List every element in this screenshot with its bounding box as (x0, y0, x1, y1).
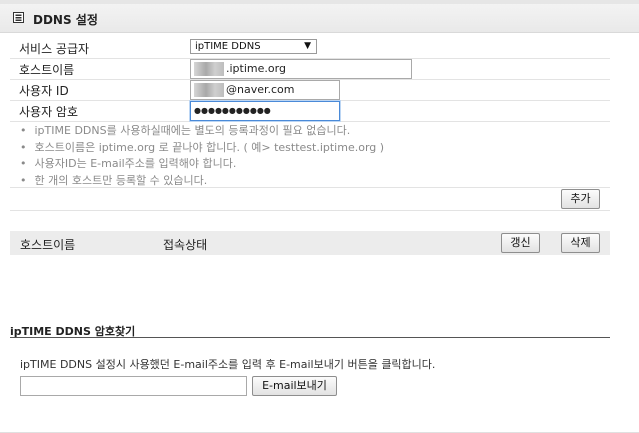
hostname-label: 호스트이름 (19, 63, 75, 77)
provider-row: 서비스 공급자 ipTIME DDNS ▼ (10, 38, 610, 59)
password-input[interactable]: ●●●●●●●●●●● (190, 101, 340, 121)
password-label: 사용자 암호 (19, 105, 79, 119)
redacted-hostname (194, 62, 224, 76)
delete-button[interactable]: 삭제 (561, 233, 600, 253)
section-header: DDNS 설정 (0, 4, 639, 33)
send-email-button[interactable]: E-mail보내기 (252, 376, 337, 396)
note-item: 호스트이름은 iptime.org 로 끝나야 합니다. ( 예> testte… (20, 140, 385, 157)
redacted-user-id (194, 83, 224, 97)
provider-label: 서비스 공급자 (19, 42, 90, 56)
note-item: ipTIME DDNS를 사용하실때에는 별도의 등록과정이 필요 없습니다. (20, 123, 384, 140)
recovery-title-underline (10, 337, 610, 338)
help-notes: ipTIME DDNS를 사용하실때에는 별도의 등록과정이 필요 없습니다. … (20, 123, 385, 189)
hostname-input[interactable]: .iptime.org (190, 59, 412, 79)
user-id-input[interactable]: @naver.com (190, 80, 340, 100)
recovery-description: ipTIME DDNS 설정시 사용했던 E-mail주소를 입력 후 E-ma… (20, 358, 436, 371)
user-id-value: @naver.com (226, 83, 295, 96)
divider (10, 187, 610, 188)
password-row: 사용자 암호 ●●●●●●●●●●● (10, 101, 610, 122)
password-value: ●●●●●●●●●●● (194, 106, 271, 115)
user-id-row: 사용자 ID @naver.com (10, 80, 610, 101)
page-title: DDNS 설정 (33, 13, 98, 27)
list-icon (13, 12, 24, 23)
hostname-value: .iptime.org (226, 62, 286, 75)
status-column-header: 접속상태 (163, 238, 208, 252)
user-id-label: 사용자 ID (19, 84, 69, 98)
recovery-email-input[interactable] (20, 376, 247, 396)
note-item: 사용자ID는 E-mail주소를 입력해야 합니다. (20, 156, 384, 173)
add-button[interactable]: 추가 (561, 189, 600, 209)
renew-button[interactable]: 갱신 (501, 233, 540, 253)
hostname-row: 호스트이름 .iptime.org (10, 59, 610, 80)
provider-select[interactable]: ipTIME DDNS ▼ (190, 39, 317, 54)
host-column-header: 호스트이름 (20, 238, 76, 252)
divider (10, 210, 610, 211)
dropdown-arrow-icon: ▼ (304, 41, 311, 51)
provider-select-value: ipTIME DDNS (195, 41, 261, 52)
